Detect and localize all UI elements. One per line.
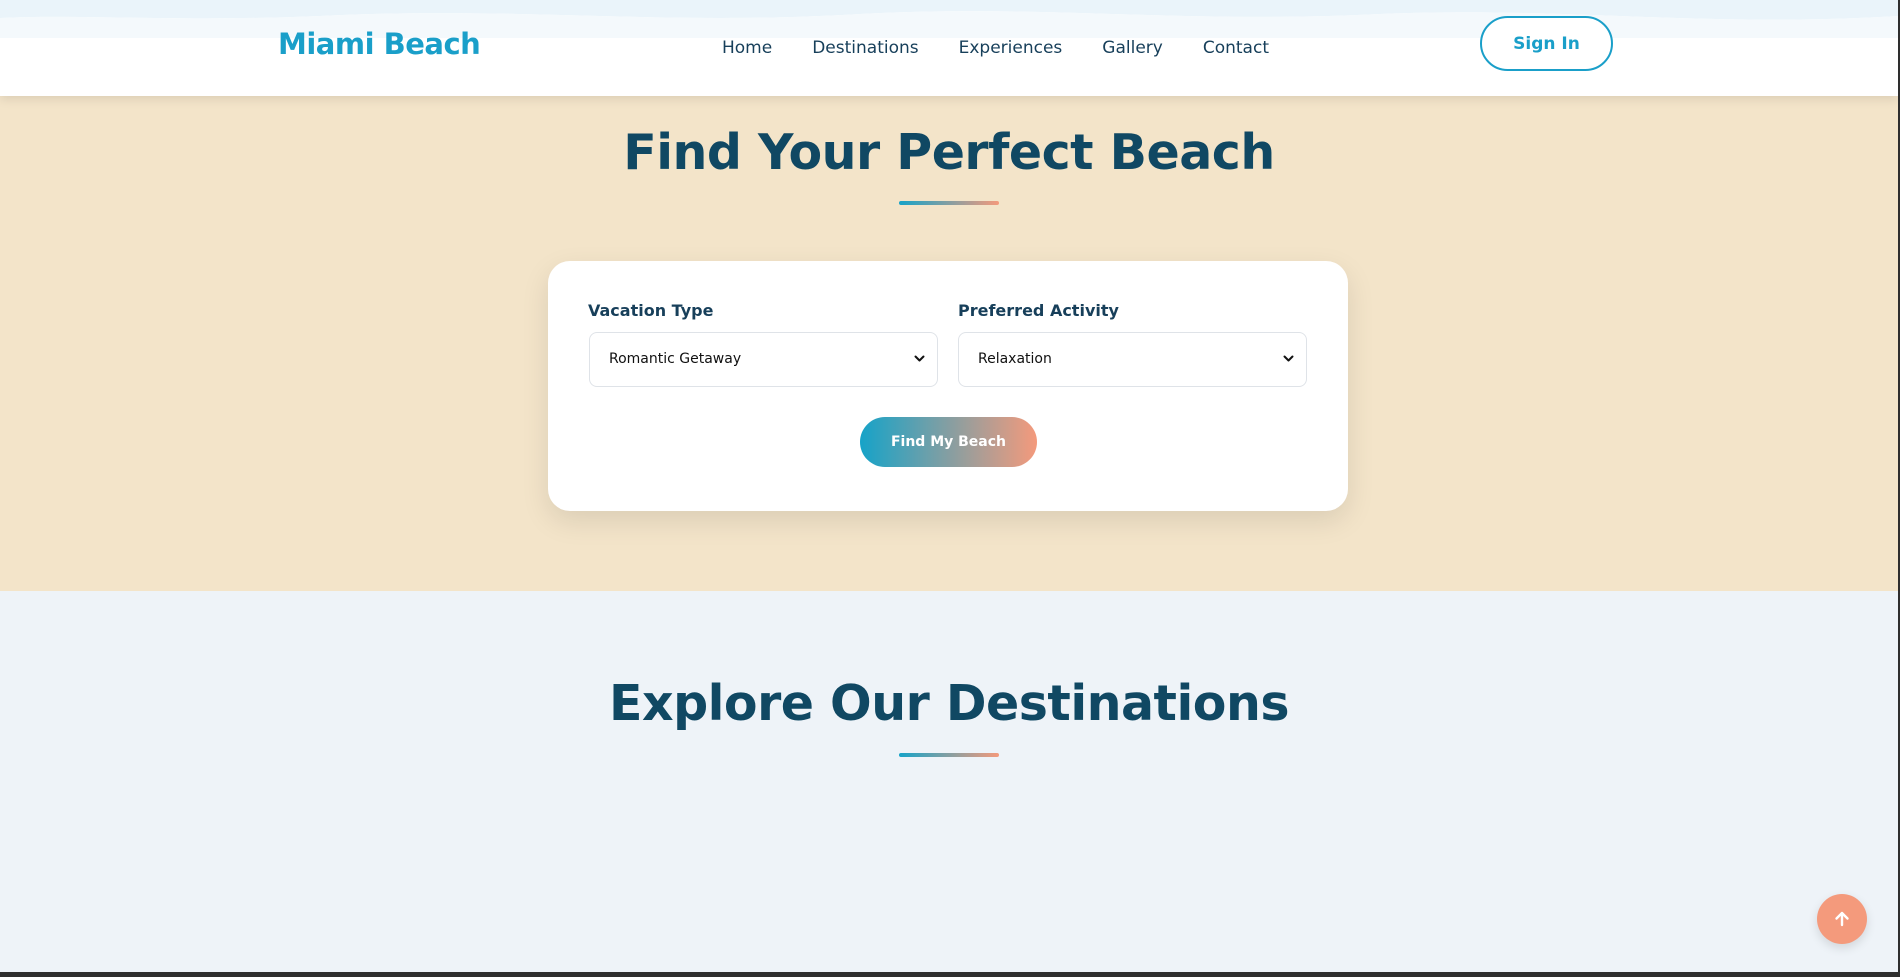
vacation-type-select[interactable]: Romantic Getaway	[589, 332, 938, 387]
nav-link-contact[interactable]: Contact	[1203, 38, 1269, 58]
site-logo[interactable]: Miami Beach	[278, 27, 481, 61]
site-header: Miami Beach Home Destinations Experience…	[0, 0, 1898, 96]
beach-finder-section: Find Your Perfect Beach Vacation Type Ro…	[0, 96, 1898, 591]
scroll-to-top-button[interactable]	[1817, 894, 1867, 944]
sign-in-button[interactable]: Sign In	[1480, 16, 1613, 71]
preferred-activity-value: Relaxation	[978, 351, 1052, 367]
finder-title: Find Your Perfect Beach	[623, 124, 1275, 181]
nav-link-home[interactable]: Home	[722, 38, 772, 58]
find-my-beach-button[interactable]: Find My Beach	[860, 417, 1037, 467]
preferred-activity-select[interactable]: Relaxation	[958, 332, 1307, 387]
vacation-type-value: Romantic Getaway	[609, 351, 742, 367]
arrow-up-icon	[1835, 911, 1849, 927]
destinations-title: Explore Our Destinations	[608, 675, 1290, 732]
beach-finder-card: Vacation Type Romantic Getaway Preferred…	[548, 261, 1348, 511]
nav-link-experiences[interactable]: Experiences	[959, 38, 1063, 58]
finder-title-underline	[899, 201, 999, 205]
chevron-down-icon	[914, 355, 925, 362]
chevron-down-icon	[1283, 355, 1294, 362]
destinations-title-underline	[899, 753, 999, 757]
nav-link-destinations[interactable]: Destinations	[812, 38, 918, 58]
destinations-section: Explore Our Destinations	[0, 591, 1898, 972]
vacation-type-label: Vacation Type	[588, 301, 714, 320]
main-nav: Home Destinations Experiences Gallery Co…	[722, 38, 1269, 58]
page: Miami Beach Home Destinations Experience…	[0, 0, 1898, 972]
nav-link-gallery[interactable]: Gallery	[1102, 38, 1163, 58]
preferred-activity-label: Preferred Activity	[958, 301, 1119, 320]
